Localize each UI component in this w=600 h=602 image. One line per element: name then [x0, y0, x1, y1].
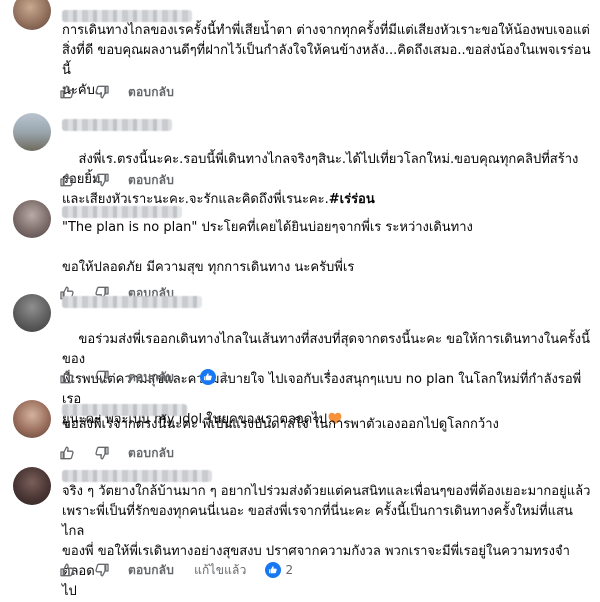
thumbs-down-icon[interactable]: [93, 368, 111, 386]
comment-actions: ตอบกลับ 1: [58, 367, 229, 387]
commenter-name[interactable]: [62, 470, 212, 482]
thumbs-up-icon[interactable]: [58, 444, 76, 462]
thumbs-down-icon[interactable]: [93, 83, 111, 101]
avatar[interactable]: [13, 467, 51, 505]
thumbs-up-icon[interactable]: [58, 83, 76, 101]
thumbs-up-icon[interactable]: [58, 368, 76, 386]
comment-2: ส่งพี่เร.ตรงนี้นะคะ.รอบนี้พี่เดินทางไกลจ…: [0, 110, 600, 207]
comment-actions: ตอบกลับ: [58, 82, 174, 102]
commenter-name[interactable]: [62, 206, 182, 218]
commenter-name[interactable]: [62, 296, 202, 308]
thumbs-down-icon[interactable]: [93, 561, 111, 579]
reaction-count: 1: [221, 370, 229, 384]
edited-label: แก้ไขแล้ว: [194, 562, 247, 577]
comment-1: การเดินทางไกลของเรครั้งนี้ทำพี่เสียน้ำตา…: [0, 0, 600, 104]
like-reaction-icon: [200, 369, 217, 385]
thumbs-up-icon[interactable]: [58, 561, 76, 579]
avatar[interactable]: [13, 400, 51, 438]
reaction-count-badge[interactable]: 2: [264, 562, 294, 578]
reply-button[interactable]: ตอบกลับ: [128, 561, 174, 580]
like-reaction-icon: [264, 562, 281, 578]
reply-button[interactable]: ตอบกลับ: [128, 83, 174, 102]
comment-3: "The plan is no plan" ประโยคที่เคยได้ยิน…: [0, 195, 600, 300]
comment-text: จริง ๆ วัตยางใกล้บ้านมาก ๆ อยากไปร่วมส่ง…: [62, 484, 591, 599]
comment-4: ขอร่วมส่งพี่เรออกเดินทางไกลในเส้นทางที่ส…: [0, 293, 600, 427]
avatar[interactable]: [13, 0, 51, 30]
comment-actions: ตอบกลับ แก้ไขแล้ว 2: [58, 560, 293, 580]
reaction-count-badge[interactable]: 1: [200, 369, 229, 385]
reply-button[interactable]: ตอบกลับ: [128, 171, 174, 190]
comment-actions: ตอบกลับ: [58, 443, 174, 463]
comment-actions: ตอบกลับ: [58, 170, 174, 190]
avatar[interactable]: [13, 294, 51, 332]
comment-5: ขอส่งพี่เรจากตรงนี้นะคะ พี่เป็นแรงบันดาล…: [0, 392, 600, 462]
comment-6: จริง ๆ วัตยางใกล้บ้านมาก ๆ อยากไปร่วมส่ง…: [0, 462, 600, 599]
reply-button[interactable]: ตอบกลับ: [128, 444, 174, 463]
reply-button[interactable]: ตอบกลับ: [128, 368, 174, 387]
thumbs-down-icon[interactable]: [93, 444, 111, 462]
thumbs-up-icon[interactable]: [58, 171, 76, 189]
avatar[interactable]: [13, 200, 51, 238]
comment-text: "The plan is no plan" ประโยคที่เคยได้ยิน…: [62, 220, 473, 275]
thumbs-down-icon[interactable]: [93, 171, 111, 189]
comment-text: ขอส่งพี่เรจากตรงนี้นะคะ พี่เป็นแรงบันดาล…: [62, 417, 499, 432]
avatar[interactable]: [13, 113, 51, 151]
reaction-count: 2: [285, 563, 294, 577]
